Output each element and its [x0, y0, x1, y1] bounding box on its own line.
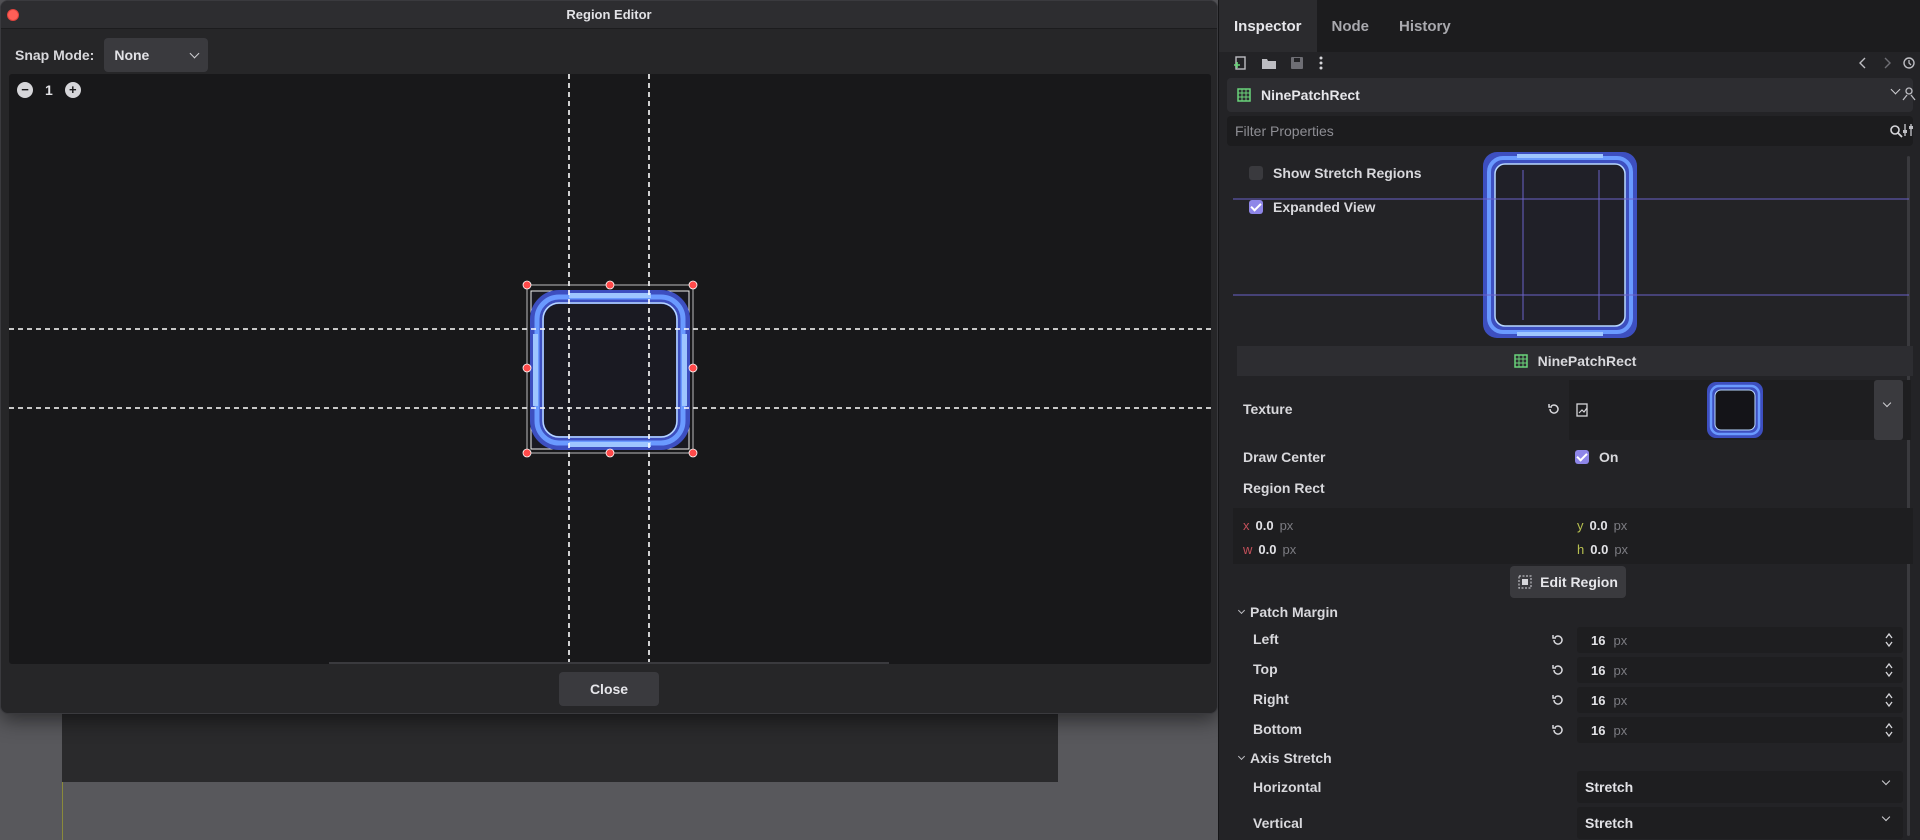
- show-stretch-regions-checkbox[interactable]: [1249, 166, 1263, 180]
- class-header-label: NinePatchRect: [1537, 353, 1637, 369]
- edit-region-button[interactable]: Edit Region: [1510, 566, 1626, 598]
- texture-resource-slot[interactable]: [1569, 380, 1911, 440]
- tab-inspector[interactable]: Inspector: [1219, 0, 1317, 52]
- node-path-select[interactable]: NinePatchRect: [1227, 78, 1913, 112]
- background-guide-line: [62, 782, 63, 840]
- ninepatch-node-icon: [1237, 88, 1251, 102]
- snap-mode-row: Snap Mode: None: [15, 38, 209, 72]
- axis-stretch-section[interactable]: Axis Stretch: [1237, 750, 1332, 766]
- object-properties-icon[interactable]: [1901, 86, 1917, 102]
- spinner-arrows-icon[interactable]: [1885, 722, 1893, 738]
- snap-mode-select[interactable]: None: [104, 38, 209, 72]
- margin-left-label: Left: [1253, 631, 1279, 647]
- reset-icon[interactable]: [1551, 693, 1565, 707]
- zoom-in-icon[interactable]: +: [64, 82, 81, 98]
- expanded-view-toggle[interactable]: Expanded View: [1249, 199, 1375, 215]
- margin-right-spinbox[interactable]: 16 px: [1577, 687, 1903, 713]
- history-forward-icon[interactable]: [1879, 56, 1895, 70]
- chevron-down-icon: [1237, 606, 1246, 615]
- texture-preview: [530, 290, 690, 450]
- close-button[interactable]: Close: [559, 672, 659, 706]
- chevron-down-icon: [1890, 84, 1901, 95]
- draw-center-value: On: [1599, 449, 1619, 465]
- patch-margin-label: Patch Margin: [1250, 604, 1338, 620]
- margin-top-label: Top: [1253, 661, 1278, 677]
- chevron-down-icon: [189, 48, 200, 58]
- snap-mode-value: None: [114, 47, 150, 63]
- spinner-arrows-icon[interactable]: [1885, 692, 1893, 708]
- margin-bottom-spinbox[interactable]: 16 px: [1577, 717, 1903, 743]
- dock-tabs: Inspector Node History: [1219, 0, 1920, 52]
- texture-file-icon: [1576, 403, 1588, 417]
- reset-icon[interactable]: [1551, 633, 1565, 647]
- region-editor-dialog: Region Editor Snap Mode: None − 1 + Clos…: [0, 0, 1218, 714]
- show-stretch-regions-label: Show Stretch Regions: [1273, 165, 1422, 181]
- class-header: NinePatchRect: [1237, 346, 1913, 376]
- expanded-view-label: Expanded View: [1273, 199, 1376, 215]
- region-h-field[interactable]: h 0.0 px: [1577, 542, 1628, 557]
- ninepatch-node-icon: [1513, 354, 1528, 368]
- inspector-dock: Inspector Node History NinePatchRect Fil…: [1218, 0, 1920, 840]
- patch-margin-section[interactable]: Patch Margin: [1237, 604, 1338, 620]
- margin-bottom-label: Bottom: [1253, 721, 1302, 737]
- tab-history[interactable]: History: [1384, 0, 1466, 52]
- reset-icon[interactable]: [1551, 663, 1565, 677]
- region-x-field[interactable]: x 0.0 px: [1243, 518, 1293, 533]
- draw-center-toggle[interactable]: On: [1575, 449, 1618, 465]
- node-name: NinePatchRect: [1261, 87, 1360, 103]
- region-rect-fields: x 0.0 px y 0.0 px w 0.0 px h 0.0 px: [1233, 508, 1913, 564]
- filter-settings-icon[interactable]: [1901, 122, 1917, 138]
- axis-stretch-label: Axis Stretch: [1250, 750, 1332, 766]
- chevron-down-icon: [1882, 398, 1892, 408]
- show-stretch-regions-toggle[interactable]: Show Stretch Regions: [1249, 165, 1422, 181]
- expanded-view-checkbox[interactable]: [1249, 200, 1263, 214]
- region-rect-label: Region Rect: [1243, 480, 1325, 496]
- region-y-field[interactable]: y 0.0 px: [1577, 518, 1627, 533]
- draw-center-label: Draw Center: [1243, 449, 1326, 465]
- region-w-field[interactable]: w 0.0 px: [1243, 542, 1296, 557]
- snap-mode-label: Snap Mode:: [15, 47, 95, 63]
- reset-icon[interactable]: [1547, 402, 1561, 416]
- zoom-controls: − 1 +: [17, 82, 81, 98]
- history-back-icon[interactable]: [1855, 56, 1871, 70]
- spinner-arrows-icon[interactable]: [1885, 632, 1893, 648]
- horizontal-stretch-label: Horizontal: [1253, 779, 1322, 795]
- open-icon[interactable]: [1261, 56, 1277, 70]
- more-icon[interactable]: [1313, 56, 1329, 70]
- history-icon[interactable]: [1901, 56, 1917, 70]
- texture-label: Texture: [1243, 401, 1293, 417]
- zoom-out-icon[interactable]: −: [17, 82, 33, 98]
- vertical-stretch-select[interactable]: Stretch: [1577, 807, 1903, 839]
- vertical-stretch-label: Vertical: [1253, 815, 1303, 831]
- chevron-down-icon: [1881, 812, 1891, 822]
- reset-icon[interactable]: [1551, 723, 1565, 737]
- margin-left-spinbox[interactable]: 16 px: [1577, 627, 1903, 653]
- draw-center-checkbox[interactable]: [1575, 450, 1589, 464]
- margin-right-label: Right: [1253, 691, 1289, 707]
- region-canvas-drawing: [9, 74, 1211, 664]
- texture-thumbnail: [1707, 382, 1763, 438]
- margin-top-spinbox[interactable]: 16 px: [1577, 657, 1903, 683]
- save-icon[interactable]: [1289, 56, 1305, 70]
- dialog-titlebar[interactable]: Region Editor: [1, 1, 1217, 29]
- canvas-hscrollbar[interactable]: [329, 662, 889, 664]
- zoom-reset-button[interactable]: 1: [45, 82, 53, 98]
- filter-placeholder: Filter Properties: [1235, 123, 1334, 139]
- texture-dropdown-button[interactable]: [1874, 380, 1903, 440]
- dialog-title: Region Editor: [566, 7, 652, 22]
- horizontal-stretch-select[interactable]: Stretch: [1577, 771, 1903, 803]
- filter-properties-input[interactable]: Filter Properties: [1227, 116, 1913, 146]
- spinner-arrows-icon[interactable]: [1885, 662, 1893, 678]
- edit-region-icon: [1518, 575, 1532, 589]
- tab-node[interactable]: Node: [1317, 0, 1385, 52]
- edit-region-label: Edit Region: [1540, 574, 1618, 590]
- chevron-down-icon: [1237, 752, 1246, 761]
- new-script-icon[interactable]: [1233, 56, 1249, 70]
- inspector-toolbar: [1219, 52, 1920, 72]
- region-canvas[interactable]: − 1 +: [9, 74, 1211, 664]
- chevron-down-icon: [1881, 776, 1891, 786]
